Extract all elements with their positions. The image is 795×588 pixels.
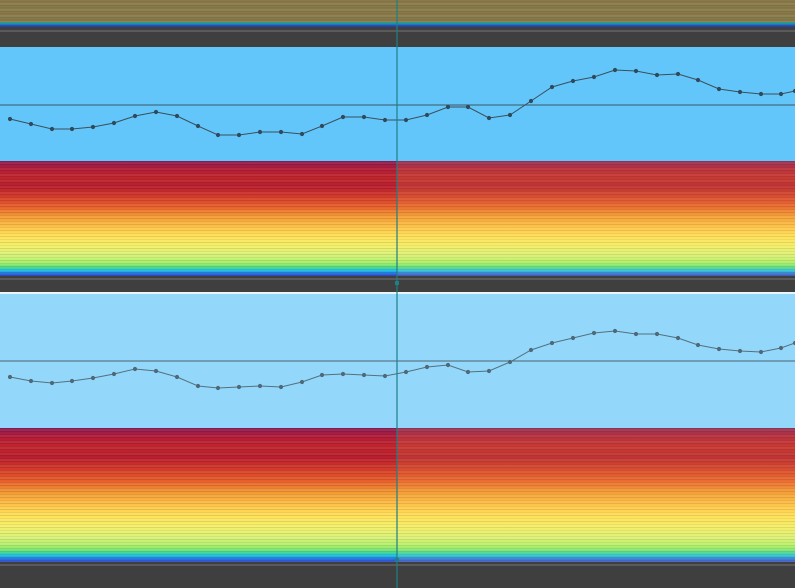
pitch-point[interactable] (111, 120, 117, 126)
pitch-point[interactable] (278, 129, 284, 135)
pitch-point[interactable] (654, 72, 660, 78)
pitch-point[interactable] (445, 104, 451, 110)
pitch-point[interactable] (758, 91, 764, 97)
pitch-point[interactable] (361, 372, 367, 378)
pitch-point[interactable] (382, 117, 388, 123)
pitch-point[interactable] (486, 115, 492, 121)
pitch-point[interactable] (319, 123, 325, 129)
pitch-point[interactable] (90, 124, 96, 130)
pitch-point[interactable] (403, 369, 409, 375)
pitch-point[interactable] (90, 375, 96, 381)
pitch-point[interactable] (340, 114, 346, 120)
pitch-point[interactable] (111, 371, 117, 377)
playhead-cursor-icon[interactable] (395, 558, 399, 562)
pitch-point[interactable] (507, 359, 513, 365)
pitch-point[interactable] (778, 345, 784, 351)
pitch-point[interactable] (778, 91, 784, 97)
pitch-point[interactable] (69, 126, 75, 132)
pitch-point[interactable] (153, 109, 159, 115)
pitch-point[interactable] (49, 126, 55, 132)
pitch-point[interactable] (445, 362, 451, 368)
pitch-point[interactable] (299, 131, 305, 137)
pitch-point[interactable] (215, 385, 221, 391)
pitch-point[interactable] (591, 330, 597, 336)
pitch-point[interactable] (570, 78, 576, 84)
pitch-point[interactable] (215, 132, 221, 138)
pitch-point[interactable] (132, 366, 138, 372)
pitch-point[interactable] (758, 349, 764, 355)
pitch-point[interactable] (278, 384, 284, 390)
pitch-curve-track-1[interactable] (9, 69, 795, 136)
pitch-point[interactable] (299, 379, 305, 385)
pitch-point[interactable] (695, 77, 701, 83)
pitch-point[interactable] (612, 328, 618, 334)
pitch-point[interactable] (257, 129, 263, 135)
playhead-marker-icon[interactable] (395, 281, 399, 285)
pitch-point[interactable] (236, 384, 242, 390)
pitch-point[interactable] (486, 368, 492, 374)
pitch-point[interactable] (591, 74, 597, 80)
pitch-point[interactable] (612, 67, 618, 73)
pitch-point[interactable] (257, 383, 263, 389)
pitch-point[interactable] (174, 374, 180, 380)
pitch-point[interactable] (528, 98, 534, 104)
pitch-point[interactable] (340, 371, 346, 377)
pitch-point[interactable] (633, 68, 639, 74)
pitch-point[interactable] (549, 84, 555, 90)
pitch-point[interactable] (403, 117, 409, 123)
pitch-point[interactable] (716, 86, 722, 92)
pitch-point[interactable] (28, 121, 34, 127)
pitch-point[interactable] (465, 369, 471, 375)
pitch-point[interactable] (528, 347, 534, 353)
pitch-point[interactable] (7, 116, 13, 122)
pitch-point[interactable] (174, 113, 180, 119)
pitch-point[interactable] (49, 380, 55, 386)
pitch-overlay (0, 0, 795, 588)
pitch-point[interactable] (7, 374, 13, 380)
pitch-point[interactable] (695, 342, 701, 348)
pitch-point[interactable] (28, 378, 34, 384)
pitch-point[interactable] (716, 346, 722, 352)
pitch-point[interactable] (737, 89, 743, 95)
pitch-point[interactable] (549, 340, 555, 346)
pitch-point[interactable] (361, 114, 367, 120)
pitch-point[interactable] (319, 372, 325, 378)
pitch-point[interactable] (236, 132, 242, 138)
pitch-point[interactable] (153, 368, 159, 374)
pitch-point[interactable] (69, 378, 75, 384)
pitch-point[interactable] (737, 348, 743, 354)
pitch-point[interactable] (195, 123, 201, 129)
pitch-point[interactable] (654, 331, 660, 337)
pitch-point[interactable] (132, 113, 138, 119)
pitch-point[interactable] (633, 331, 639, 337)
pitch-point[interactable] (675, 71, 681, 77)
pitch-point[interactable] (675, 335, 681, 341)
pitch-point[interactable] (424, 112, 430, 118)
pitch-point[interactable] (465, 104, 471, 110)
pitch-point[interactable] (424, 364, 430, 370)
pitch-point[interactable] (382, 373, 388, 379)
pitch-point[interactable] (570, 335, 576, 341)
pitch-point[interactable] (507, 112, 513, 118)
pitch-point[interactable] (195, 383, 201, 389)
